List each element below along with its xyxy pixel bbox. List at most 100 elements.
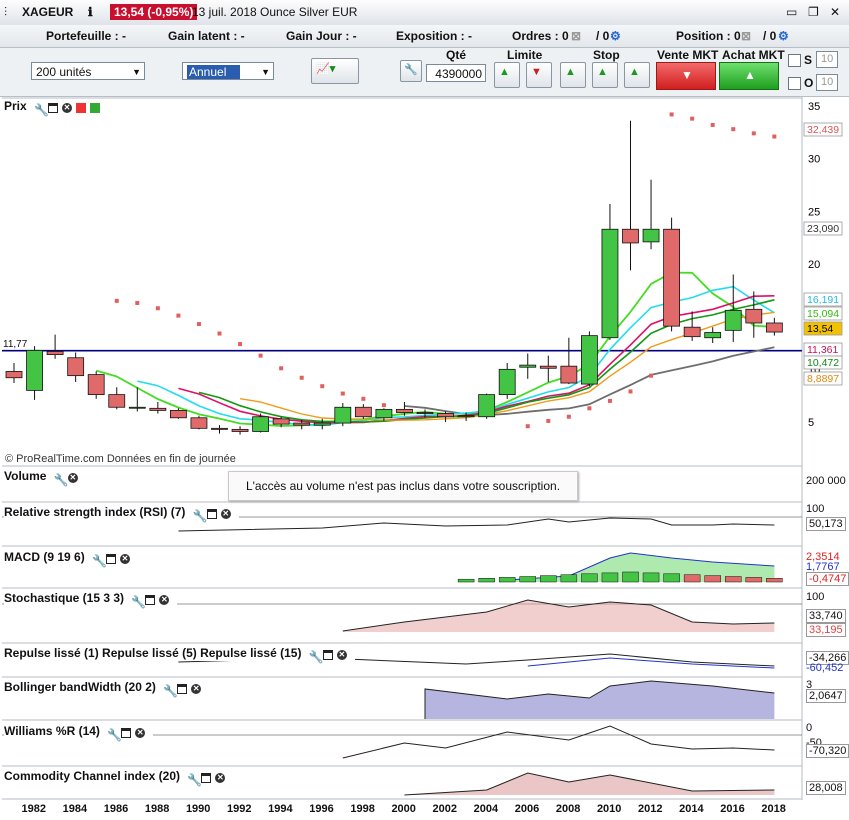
stochastic-panel-label: Stochastique (15 3 3) 🔧 ✕: [4, 591, 178, 609]
o-value-field[interactable]: 10: [816, 74, 838, 91]
sar-dot: [196, 322, 201, 327]
x-tick-label: 2002: [432, 803, 458, 815]
o-label: O: [804, 76, 814, 90]
close-icon[interactable]: ✕: [135, 727, 146, 738]
buy-market-button[interactable]: ▲: [719, 62, 779, 90]
window-icon[interactable]: [206, 508, 217, 519]
quantity-select[interactable]: 200 unités ▼: [31, 62, 145, 80]
trailing-stop-button[interactable]: ▲: [624, 62, 650, 88]
hline-label: 11,77: [3, 339, 28, 350]
price-tick-label: 25: [808, 206, 820, 218]
restore-icon[interactable]: ❐: [808, 5, 819, 19]
stochastic-axis: 100: [806, 591, 825, 603]
macd-histogram-bar: [601, 572, 619, 583]
volume-axis-label: 200 000: [806, 475, 846, 487]
macd-panel-title: MACD (9 19 6): [4, 550, 85, 564]
window-icon[interactable]: [106, 553, 117, 564]
window-icon[interactable]: [322, 649, 333, 660]
repulse-panel-title: Repulse lissé (1) Repulse lissé (5) Repu…: [4, 646, 302, 660]
period-select-value: Annuel: [187, 65, 241, 79]
close-icon[interactable]: ✕: [830, 5, 840, 19]
window-icon[interactable]: [145, 594, 156, 605]
candle-up: [128, 406, 146, 409]
close-icon[interactable]: ✕: [67, 472, 78, 483]
wrench-icon[interactable]: 🔧: [193, 509, 208, 523]
last-value-ma_magenta: 11,361: [807, 344, 838, 356]
candle-up: [724, 309, 742, 331]
close-icon[interactable]: ✕: [336, 649, 347, 660]
candle-up: [252, 416, 270, 432]
position-gear-icon[interactable]: ⚙: [778, 29, 789, 43]
wrench-icon[interactable]: 🔧: [107, 728, 122, 742]
macd-histogram-bar: [498, 577, 516, 583]
orders-cancel-icon[interactable]: ⊠: [571, 29, 581, 43]
candle-down: [354, 406, 372, 418]
wrench-icon[interactable]: 🔧: [131, 595, 146, 609]
cci-value: 28,008: [806, 781, 846, 795]
candle-up: [313, 422, 331, 426]
limit-buy-button[interactable]: ▲: [494, 62, 520, 88]
window-icon[interactable]: [201, 772, 212, 783]
wrench-icon[interactable]: 🔧: [34, 103, 49, 117]
stochastic-panel-title: Stochastique (15 3 3): [4, 591, 125, 605]
macd-panel-label: MACD (9 19 6) 🔧 ✕: [4, 550, 139, 568]
rsi-panel-label: Relative strength index (RSI) (7) 🔧 ✕: [4, 505, 239, 523]
candle-down: [293, 422, 311, 426]
price-tick-label: 5: [808, 417, 814, 429]
info-icon[interactable]: ℹ: [88, 5, 93, 19]
candle-down: [211, 427, 228, 430]
williams-panel-label: Williams %R (14) 🔧 ✕: [4, 724, 154, 742]
o-checkbox[interactable]: [788, 77, 801, 90]
position-cancel-icon[interactable]: ⊠: [741, 29, 751, 43]
wrench-tool-button[interactable]: 🔧: [400, 60, 422, 82]
orders-label: Ordres : 0: [512, 29, 569, 43]
wrench-icon[interactable]: 🔧: [54, 473, 69, 487]
candle-down: [683, 326, 701, 338]
stop-label: Stop: [593, 48, 620, 62]
sar-dot: [258, 353, 263, 358]
wrench-icon[interactable]: 🔧: [92, 554, 107, 568]
bollinger-value: 2,0647: [806, 689, 846, 703]
sar-dot: [546, 418, 551, 423]
chart-type-button[interactable]: 📈▾: [311, 58, 359, 84]
orders-gear-icon[interactable]: ⚙: [610, 29, 621, 43]
window-icon[interactable]: [48, 102, 59, 113]
close-icon[interactable]: ✕: [62, 102, 73, 113]
rsi-axis: 100: [806, 503, 825, 515]
sell-market-button[interactable]: ▼: [656, 62, 716, 90]
x-tick-label: 1988: [144, 803, 170, 815]
sell-arrow-icon[interactable]: [76, 102, 87, 113]
close-icon[interactable]: ✕: [159, 594, 170, 605]
period-select[interactable]: Annuel ▼: [182, 62, 274, 80]
arrow-up-icon: ▲: [597, 66, 608, 78]
chart-icon[interactable]: ⫶: [4, 5, 7, 20]
s-label: S: [804, 53, 813, 67]
wrench-icon[interactable]: 🔧: [187, 773, 202, 787]
wrench-icon[interactable]: 🔧: [163, 684, 178, 698]
stop-buy-button[interactable]: ▲: [560, 62, 586, 88]
unrealized-gain-label: Gain latent : -: [168, 29, 245, 43]
buy-arrow-icon[interactable]: [90, 102, 101, 113]
limit-sell-button[interactable]: ▼: [526, 62, 552, 88]
minimize-icon[interactable]: ▭: [786, 5, 797, 19]
window-icon[interactable]: [121, 727, 132, 738]
close-icon[interactable]: ✕: [220, 508, 231, 519]
s-checkbox[interactable]: [788, 54, 801, 67]
price-panel-label: Prix 🔧 ✕: [4, 99, 109, 117]
x-tick-label: 2010: [596, 803, 622, 815]
close-icon[interactable]: ✕: [191, 683, 202, 694]
close-icon[interactable]: ✕: [120, 553, 131, 564]
candle-down: [765, 322, 783, 333]
stop-sell-button[interactable]: ▲: [592, 62, 618, 88]
s-value-field[interactable]: 10: [816, 51, 838, 68]
stochastic-value-1: 33,740: [806, 609, 846, 623]
candle-up: [26, 349, 43, 391]
qty-input[interactable]: 4390000: [426, 64, 486, 82]
sar-dot: [279, 366, 284, 371]
sar-dot: [320, 384, 325, 389]
candle-down: [622, 228, 639, 244]
macd-histogram-bar: [478, 578, 495, 583]
close-icon[interactable]: ✕: [215, 772, 226, 783]
wrench-icon[interactable]: 🔧: [309, 650, 324, 664]
window-icon[interactable]: [177, 683, 188, 694]
